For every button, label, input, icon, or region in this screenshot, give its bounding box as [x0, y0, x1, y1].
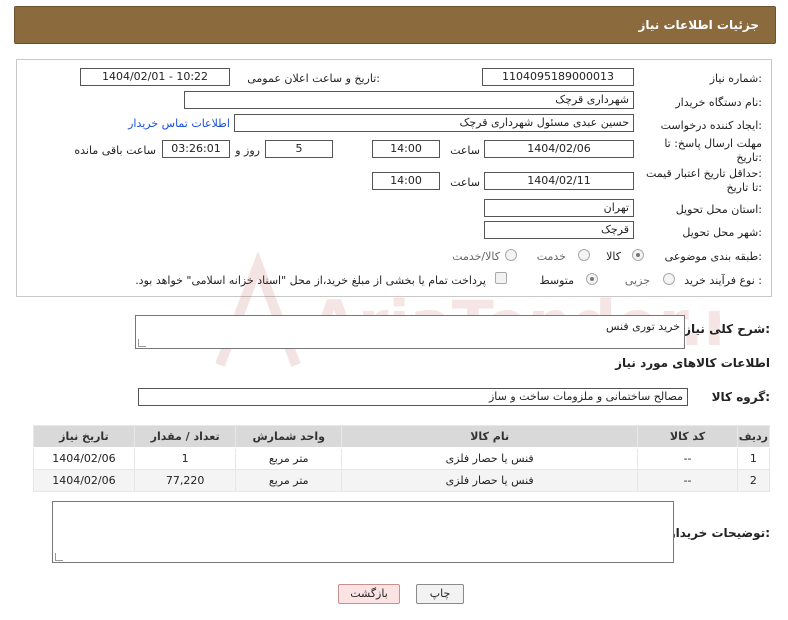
city-field[interactable]: قرچک: [484, 221, 634, 239]
cell-code: --: [637, 469, 738, 492]
buyer-org-label: نام دستگاه خریدار:: [675, 96, 762, 109]
deadline-date-field[interactable]: 1404/02/06: [484, 140, 634, 158]
cell-qty: 77,220: [133, 469, 237, 492]
cell-unit: متر مربع: [235, 469, 343, 492]
city-label: شهر محل تحویل:: [682, 226, 762, 239]
announce-date-field[interactable]: 1404/02/01 - 10:22: [80, 68, 230, 86]
table-row: 1 -- فنس یا حصار فلزی متر مربع 1 1404/02…: [33, 447, 771, 470]
validity-time-field[interactable]: 14:00: [372, 172, 440, 190]
buyer-org-field[interactable]: شهرداری قرچک: [184, 91, 634, 109]
category-option-goods-service: کالا/خدمت: [452, 250, 500, 263]
description-text: خرید توری فنس: [606, 320, 680, 333]
goods-group-field[interactable]: مصالح ساختمانی و ملزومات ساخت و ساز: [138, 388, 688, 406]
need-number-label: شماره نیاز:: [709, 72, 762, 85]
col-header-date: تاریخ نیاز: [33, 425, 135, 449]
goods-table: ردیف کد کالا نام کالا واحد شمارش تعداد /…: [33, 425, 771, 492]
category-option-service: خدمت: [536, 250, 566, 263]
category-label: طبقه بندی موضوعی:: [664, 250, 762, 263]
validity-label-line2: تا تاریخ:: [726, 181, 762, 194]
creator-label: ایجاد کننده درخواست:: [660, 119, 762, 132]
col-header-qty: تعداد / مقدار: [133, 425, 237, 449]
cell-unit: متر مربع: [235, 447, 343, 470]
process-radio-medium[interactable]: [586, 273, 598, 285]
cell-row-number: 1: [736, 447, 771, 470]
province-label: استان محل تحویل:: [675, 203, 762, 216]
remaining-days-label: روز و: [235, 144, 260, 157]
category-radio-goods-service[interactable]: [505, 249, 517, 261]
goods-group-label: گروه کالا:: [711, 390, 770, 404]
validity-date-field[interactable]: 1404/02/11: [484, 172, 634, 190]
category-option-goods: کالا: [606, 250, 621, 263]
page-header: جزئیات اطلاعات نیاز: [14, 6, 776, 44]
cell-date: 1404/02/06: [33, 469, 135, 492]
goods-section-title: اطلاعات کالاهای مورد نیاز: [615, 356, 770, 370]
buyer-notes-textarea[interactable]: [52, 501, 674, 563]
category-radio-service[interactable]: [578, 249, 590, 261]
treasury-payment-note: پرداخت تمام یا بخشی از مبلغ خرید،از محل …: [135, 274, 486, 287]
treasury-payment-checkbox[interactable]: [495, 272, 507, 284]
deadline-time-field[interactable]: 14:00: [372, 140, 440, 158]
description-label: شرح کلی نیاز:: [684, 322, 770, 336]
process-option-minor: جزیی: [624, 274, 650, 287]
cell-name: فنس یا حصار فلزی: [341, 469, 639, 492]
col-header-name: نام کالا: [341, 425, 639, 449]
resize-handle-icon[interactable]: [55, 553, 63, 561]
announce-date-label: تاریخ و ساعت اعلان عمومی:: [247, 72, 380, 85]
col-header-row: ردیف: [736, 425, 771, 449]
process-radio-minor[interactable]: [663, 273, 675, 285]
deadline-label-line2: تاریخ:: [736, 151, 762, 164]
validity-time-label: ساعت: [450, 176, 480, 189]
description-textarea[interactable]: خرید توری فنس: [135, 315, 685, 349]
province-field[interactable]: تهران: [484, 199, 634, 217]
cell-qty: 1: [133, 447, 237, 470]
process-option-medium: متوسط: [539, 274, 574, 287]
cell-code: --: [637, 447, 738, 470]
cell-row-number: 2: [736, 469, 771, 492]
creator-field[interactable]: حسین عبدی مسئول شهرداری قرچک: [234, 114, 634, 132]
goods-table-header: ردیف کد کالا نام کالا واحد شمارش تعداد /…: [33, 425, 771, 449]
col-header-code: کد کالا: [637, 425, 738, 449]
validity-label-line1: حداقل تاریخ اعتبار قیمت:: [646, 167, 762, 180]
page-title: جزئیات اطلاعات نیاز: [638, 18, 759, 32]
buyer-contact-link[interactable]: اطلاعات تماس خریدار: [128, 117, 230, 130]
cell-name: فنس یا حصار فلزی: [341, 447, 639, 470]
deadline-time-label: ساعت: [450, 144, 480, 157]
deadline-label-line1: مهلت ارسال پاسخ: تا: [664, 137, 762, 150]
need-number-field[interactable]: 1104095189000013: [482, 68, 634, 86]
category-radio-goods[interactable]: [632, 249, 644, 261]
col-header-unit: واحد شمارش: [235, 425, 343, 449]
remaining-time-field[interactable]: 03:26:01: [162, 140, 230, 158]
cell-date: 1404/02/06: [33, 447, 135, 470]
process-label: نوع فرآیند خرید :: [684, 274, 762, 287]
remaining-time-label: ساعت باقی مانده: [74, 144, 156, 157]
print-button[interactable]: چاپ: [416, 584, 464, 604]
remaining-days-field[interactable]: 5: [265, 140, 333, 158]
table-row: 2 -- فنس یا حصار فلزی متر مربع 77,220 14…: [33, 469, 771, 492]
back-button[interactable]: بازگشت: [338, 584, 400, 604]
resize-handle-icon[interactable]: [138, 339, 146, 347]
buyer-notes-label: توضیحات خریدار:: [668, 526, 770, 540]
